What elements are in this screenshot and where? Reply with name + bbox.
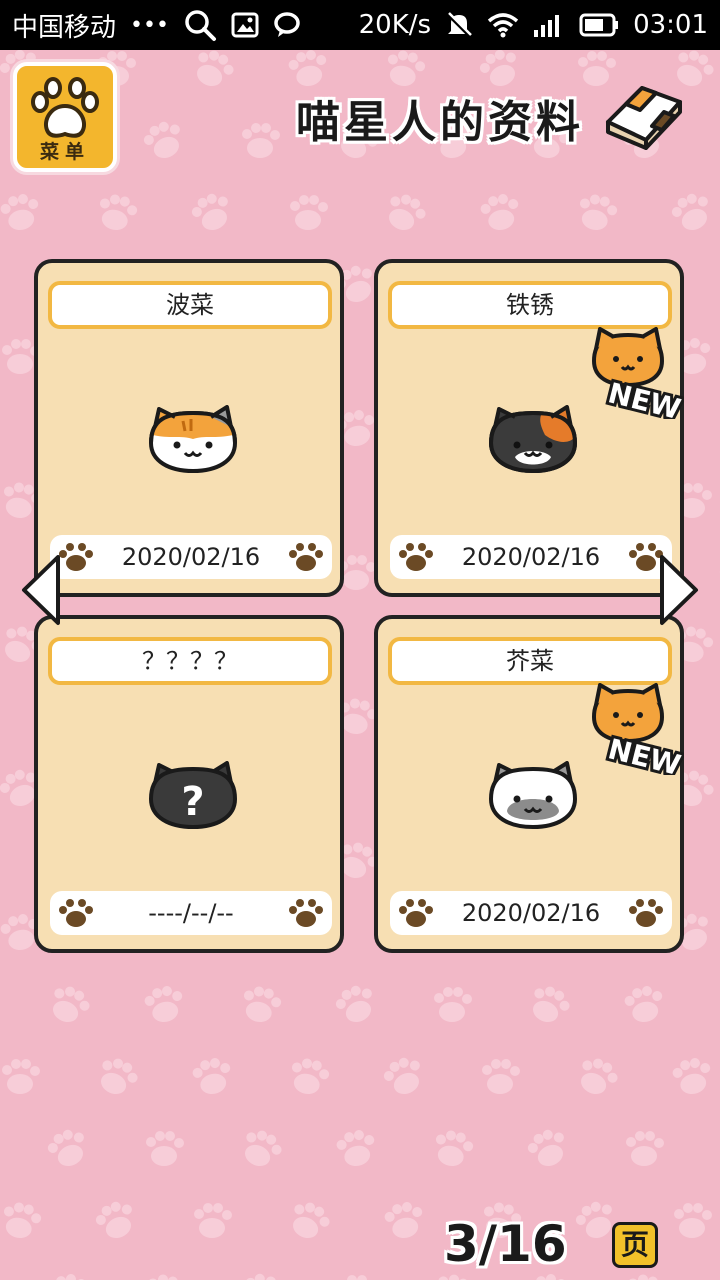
cat-name: 波菜 [48,281,332,329]
gray-white-cat-icon [488,761,578,830]
wifi-icon [487,12,519,38]
discovery-date: 2020/02/16 [121,543,261,571]
new-badge: NEW [591,327,684,419]
cat-name: 芥菜 [388,637,672,685]
discovery-date: 2020/02/16 [461,899,601,927]
page-indicator: 3/16 [444,1215,567,1273]
mute-icon [445,11,473,39]
paw-icon [399,899,433,927]
paw-icon [289,543,323,571]
status-bar: 中国移动 ••• 20K/s 03:01 [0,0,720,50]
date-bar: 2020/02/16 [390,891,672,935]
paw-icon [629,899,663,927]
menu-button[interactable]: 菜单 [13,62,117,172]
prev-page-arrow-icon[interactable] [18,553,64,627]
paw-icon [31,77,99,138]
book-icon [606,86,682,150]
menu-label: 菜单 [39,141,90,163]
new-badge: NEW [591,683,684,775]
discovery-date: 2020/02/16 [461,543,601,571]
cat-name: 铁锈 [388,281,672,329]
cat-card[interactable]: 芥菜 NEW 2020/02/16 [374,615,684,953]
paw-icon [289,899,323,927]
network-speed: 20K/s [358,10,432,40]
chat-icon [273,11,301,39]
date-bar: 2020/02/16 [390,535,672,579]
date-bar: ----/--/-- [50,891,332,935]
paw-icon [59,899,93,927]
signal-icon [533,12,565,38]
more-dots: ••• [130,12,169,38]
clock: 03:01 [633,10,708,40]
cat-card[interactable]: 铁锈 NEW 2020/02/16 [374,259,684,597]
unknown-cat-icon: ? [148,761,238,830]
tortoiseshell-cat-icon [488,405,578,474]
cat-card[interactable]: ？？？？ ? ----/--/-- [34,615,344,953]
date-bar: 2020/02/16 [50,535,332,579]
cat-card[interactable]: 波菜 2020/02/16 [34,259,344,597]
orange-white-cat-icon [148,405,238,474]
battery-icon [579,13,619,37]
next-page-arrow-icon[interactable] [656,553,702,627]
paw-icon [399,543,433,571]
discovery-date: ----/--/-- [148,899,234,927]
image-icon [231,12,259,38]
search-icon [183,8,217,42]
page-title: 喵星人的资料 [296,97,584,148]
svg-text:?: ? [181,779,204,825]
page-suffix: 页 [612,1222,658,1268]
carrier-label: 中国移动 [12,12,117,43]
cat-name: ？？？？ [48,637,332,685]
